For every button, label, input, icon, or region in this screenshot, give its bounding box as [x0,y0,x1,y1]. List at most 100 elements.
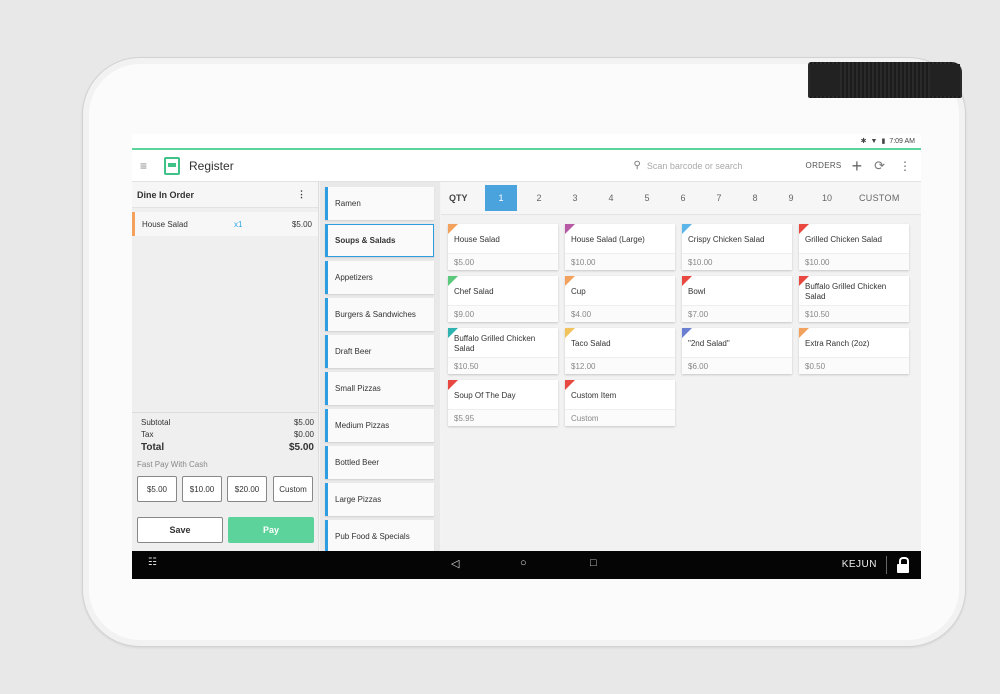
pay-button[interactable]: Pay [228,517,314,543]
qty-option[interactable]: 10 [809,185,845,211]
menu-item-price: $10.50 [448,357,558,374]
battery-icon: ▮ [881,138,886,145]
subtotal-label: Subtotal [141,418,171,427]
qty-option[interactable]: 4 [593,185,629,211]
order-more-icon[interactable]: ⋮ [297,189,306,200]
qty-option[interactable]: 8 [737,185,773,211]
bluetooth-icon: ✱ [860,138,867,145]
qty-option[interactable]: 1 [485,185,517,211]
total-value: $5.00 [288,442,314,453]
cash-20-button[interactable]: $20.00 [227,476,267,502]
register-icon [164,156,180,175]
back-icon[interactable]: ◁ [451,557,459,570]
menu-item-name: "2nd Salad" [688,339,730,348]
menu-item-card[interactable]: Cup $4.00 [565,276,675,322]
menu-item-card[interactable]: House Salad $5.00 [448,224,558,270]
qty-option[interactable]: 5 [629,185,665,211]
menu-icon[interactable]: ≡ [140,159,164,173]
menu-item-name: Custom Item [571,391,617,400]
search-placeholder[interactable]: Scan barcode or search [647,161,743,171]
menu-item-card[interactable]: "2nd Salad" $6.00 [682,328,792,374]
menu-item-name: House Salad (Large) [571,235,645,244]
category-list: Ramen Soups & Salads Appetizers Burgers & S… [320,182,440,553]
order-panel: Dine In Order ⋮ House Salad x1 $5.00 Sub… [132,182,319,551]
order-line-name: House Salad [142,219,188,229]
qty-option[interactable]: 7 [701,185,737,211]
main-body: Dine In Order ⋮ House Salad x1 $5.00 Sub… [132,182,921,553]
menu-item-card[interactable]: Buffalo Grilled Chicken Salad $10.50 [448,328,558,374]
screen: ✱ ▼ ▮ 7:09 AM ≡ Register ⚲ Scan barcode … [132,134,921,579]
menu-item-card[interactable]: Grilled Chicken Salad $10.00 [799,224,909,270]
qty-custom-button[interactable]: CUSTOM [859,193,900,203]
order-line-qty: x1 [234,219,243,229]
menu-item-name: Cup [571,287,586,296]
order-line-price: $5.00 [291,219,312,229]
cash-5-button[interactable]: $5.00 [137,476,177,502]
qty-option[interactable]: 9 [773,185,809,211]
menu-item-card[interactable]: Extra Ranch (2oz) $0.50 [799,328,909,374]
category-item[interactable]: Draft Beer [325,335,434,368]
search-input[interactable]: ⚲ Scan barcode or search [634,160,794,171]
keyboard-menu-icon[interactable]: ☷ [148,557,157,568]
menu-item-name: Chef Salad [454,287,494,296]
category-item[interactable]: Burgers & Sandwiches [325,298,434,331]
category-item[interactable]: Large Pizzas [325,483,434,516]
more-options-icon[interactable]: ⋮ [899,159,911,173]
tax-row: Tax $0.00 [141,430,314,442]
category-item[interactable]: Medium Pizzas [325,409,434,442]
menu-item-price: $10.00 [565,253,675,270]
menu-item-price: $10.00 [682,253,792,270]
menu-item-name: Grilled Chicken Salad [805,235,882,244]
fast-pay-label: Fast Pay With Cash [137,460,208,469]
qty-option[interactable]: 6 [665,185,701,211]
menu-item-card[interactable]: House Salad (Large) $10.00 [565,224,675,270]
menu-item-price: Custom [565,409,675,426]
tax-value: $0.00 [293,430,314,439]
menu-item-name: Extra Ranch (2oz) [805,339,870,348]
qty-option[interactable]: 3 [557,185,593,211]
save-button[interactable]: Save [137,517,223,543]
total-label: Total [141,442,165,453]
menu-item-name: House Salad [454,235,500,244]
order-title[interactable]: Dine In Order [137,190,194,200]
category-item[interactable]: Appetizers [325,261,434,294]
menu-item-price: $5.95 [448,409,558,426]
qty-option[interactable]: 2 [521,185,557,211]
menu-item-card[interactable]: Crispy Chicken Salad $10.00 [682,224,792,270]
home-icon[interactable]: ○ [520,557,527,569]
menu-item-price: $5.00 [448,253,558,270]
category-item[interactable]: Pub Food & Specials [325,520,434,553]
menu-item-name: Crispy Chicken Salad [688,235,765,244]
nav-divider [886,556,887,574]
category-item[interactable]: Small Pizzas [325,372,434,405]
menu-item-name: Bowl [688,287,706,296]
tablet-speaker [808,62,962,98]
orders-button[interactable]: ORDERS [806,161,842,170]
menu-item-price: $0.50 [799,357,909,374]
menu-item-name: Soup Of The Day [454,391,516,400]
cash-10-button[interactable]: $10.00 [182,476,222,502]
subtotal-row: Subtotal $5.00 [141,418,314,430]
category-item[interactable]: Ramen [325,187,434,220]
recents-icon[interactable]: □ [590,557,597,569]
menu-item-name: Buffalo Grilled Chicken Salad [805,282,887,301]
category-item[interactable]: Soups & Salads [325,224,434,257]
add-icon[interactable]: + [852,157,863,175]
menu-item-price: $10.00 [799,253,909,270]
tax-label: Tax [141,430,154,439]
menu-item-card[interactable]: Taco Salad $12.00 [565,328,675,374]
cash-custom-button[interactable]: Custom [273,476,313,502]
lock-icon[interactable] [897,557,909,573]
menu-item-card[interactable]: Chef Salad $9.00 [448,276,558,322]
menu-item-card[interactable]: Bowl $7.00 [682,276,792,322]
order-line-item[interactable]: House Salad x1 $5.00 [132,212,318,236]
search-icon: ⚲ [633,160,641,171]
app-bar: ≡ Register ⚲ Scan barcode or search ORDE… [132,148,921,182]
category-item[interactable]: Bottled Beer [325,446,434,479]
menu-item-price: $7.00 [682,305,792,322]
refresh-icon[interactable]: ⟳ [874,158,885,174]
menu-item-card[interactable]: Buffalo Grilled Chicken Salad $10.50 [799,276,909,322]
menu-item-card[interactable]: Custom Item Custom [565,380,675,426]
user-name[interactable]: KEJUN [842,559,877,570]
menu-item-card[interactable]: Soup Of The Day $5.95 [448,380,558,426]
